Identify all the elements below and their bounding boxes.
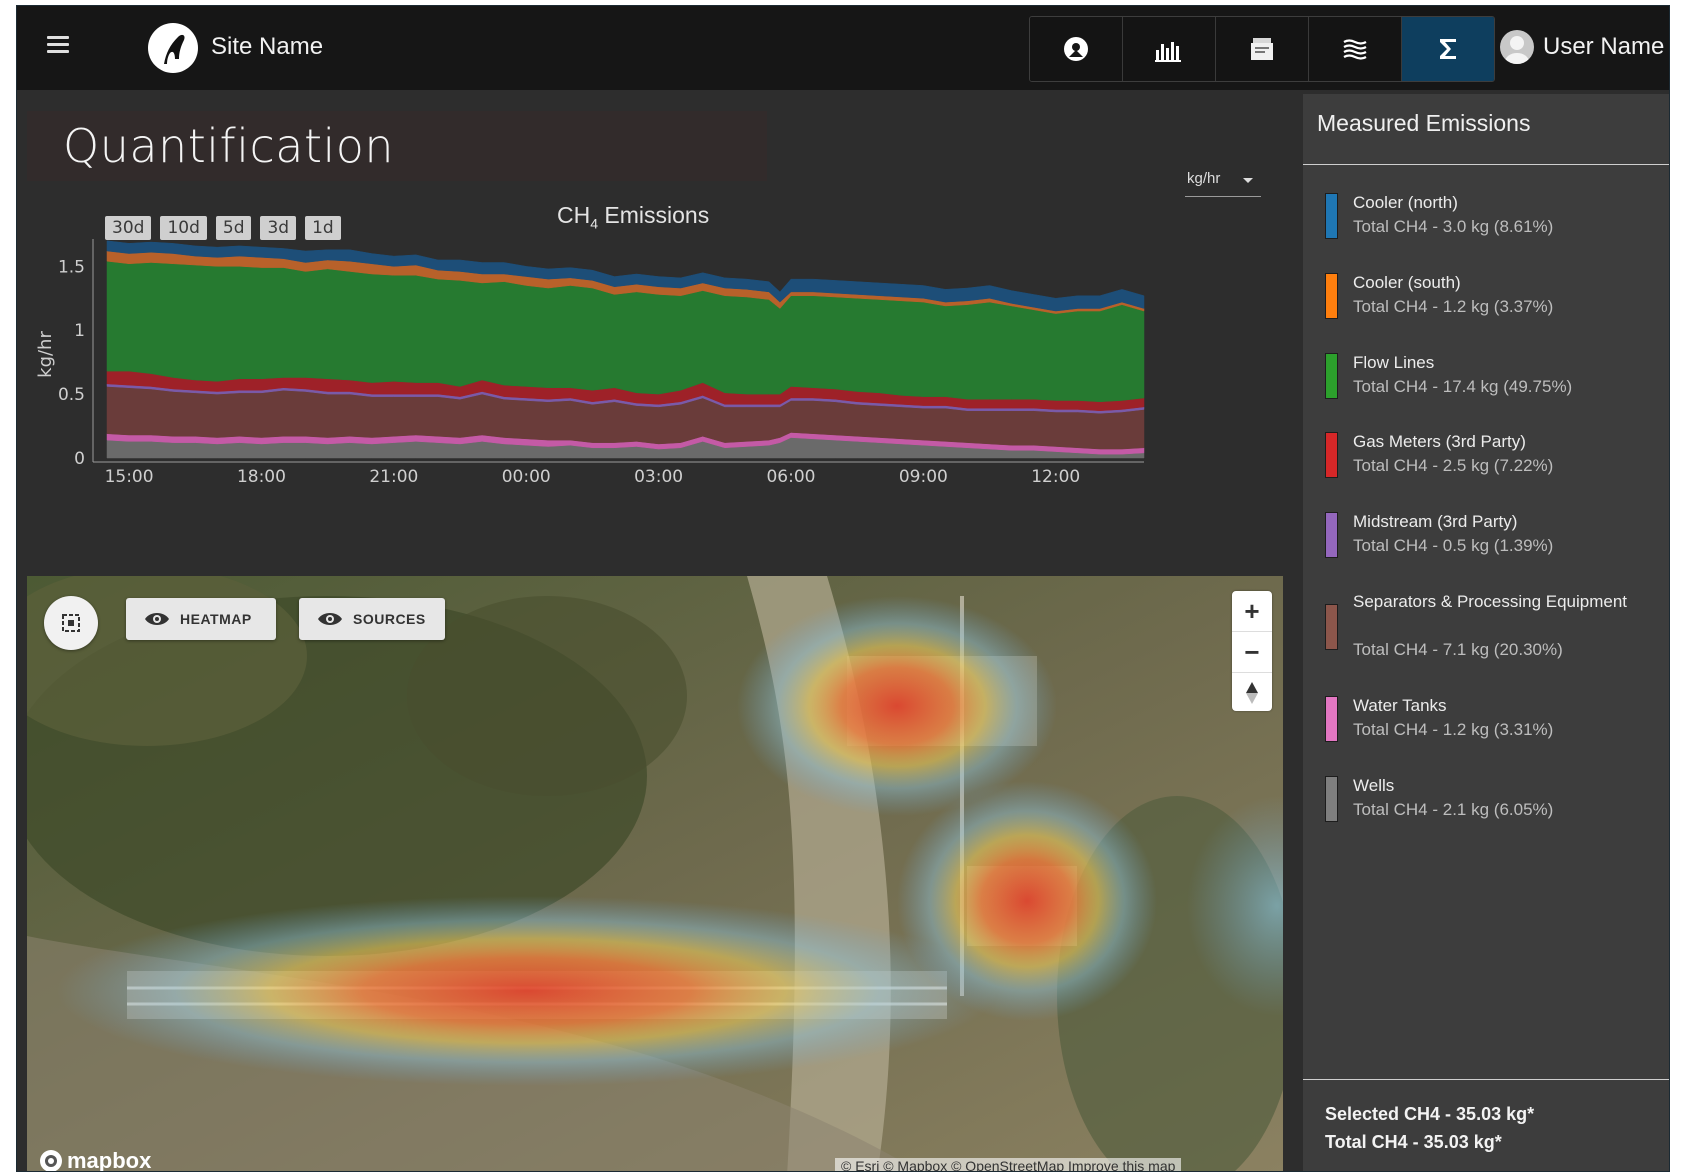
x-tick-label: 18:00 <box>237 467 286 487</box>
fit-bounds-button[interactable] <box>44 596 98 650</box>
y-tick-label: 1.5 <box>58 257 85 277</box>
panel-title: Measured Emissions <box>1317 110 1531 136</box>
legend-name: Water Tanks <box>1353 696 1447 715</box>
legend-swatch <box>1325 193 1338 239</box>
legend-swatch <box>1325 776 1338 822</box>
legend-swatch <box>1325 353 1338 399</box>
user-name[interactable]: User Name <box>1543 33 1664 61</box>
legend-total: Total CH4 - 0.5 kg (1.39%) <box>1353 536 1554 555</box>
y-tick-label: 0 <box>74 449 85 469</box>
emissions-chart[interactable]: 0 0.5 1 1.5 15:00 18:00 21:00 00:00 03:00 06:00 09… <box>17 6 1297 526</box>
legend-swatch <box>1325 604 1338 650</box>
legend-total: Total CH4 - 2.5 kg (7.22%) <box>1353 456 1554 475</box>
legend-name: Midstream (3rd Party) <box>1353 512 1518 531</box>
legend-total: Total CH4 - 17.4 kg (49.75%) <box>1353 377 1573 396</box>
map-imagery[interactable] <box>27 576 1283 1172</box>
zoom-out-button[interactable]: − <box>1232 632 1272 673</box>
zoom-in-button[interactable]: + <box>1232 591 1272 632</box>
legend-name: Wells <box>1353 776 1395 795</box>
mapbox-logo[interactable]: mapbox <box>39 1148 152 1172</box>
legend-name: Flow Lines <box>1353 353 1435 372</box>
measured-emissions-panel: Measured Emissions Cooler (north) Total … <box>1303 94 1669 1171</box>
selected-total: Selected CH4 - 35.03 kg* <box>1325 1104 1535 1124</box>
y-tick-label: 0.5 <box>58 385 85 405</box>
eye-icon <box>145 613 169 625</box>
legend-total: Total CH4 - 1.2 kg (3.31%) <box>1353 720 1554 739</box>
x-tick-label: 00:00 <box>502 467 551 487</box>
legend-swatch <box>1325 432 1338 478</box>
grand-total: Total CH4 - 35.03 kg* <box>1325 1132 1502 1152</box>
legend-name: Separators & Processing Equipment <box>1353 592 1628 611</box>
satellite-map[interactable]: HEATMAP SOURCES + − mapbox © Esri © Mapb… <box>27 576 1283 1172</box>
heatmap-label: HEATMAP <box>180 611 252 627</box>
legend-name: Cooler (north) <box>1353 193 1458 212</box>
legend-name: Cooler (south) <box>1353 273 1461 292</box>
sources-toggle-button[interactable]: SOURCES <box>299 598 445 640</box>
mapbox-logo-text: mapbox <box>67 1148 152 1172</box>
legend-swatch <box>1325 512 1338 558</box>
zoom-control: + − <box>1232 591 1272 711</box>
fit-bounds-icon <box>62 614 80 632</box>
map-attribution[interactable]: © Esri © Mapbox © OpenStreetMap Improve … <box>835 1158 1182 1171</box>
eye-icon <box>318 613 342 625</box>
legend-total: Total CH4 - 7.1 kg (20.30%) <box>1353 640 1563 659</box>
compass-button[interactable] <box>1232 673 1272 713</box>
y-axis-label: kg/hr <box>35 331 56 378</box>
legend-swatch <box>1325 273 1338 319</box>
x-tick-label: 12:00 <box>1031 467 1080 487</box>
user-menu[interactable]: User Name <box>1500 30 1664 64</box>
legend-total: Total CH4 - 3.0 kg (8.61%) <box>1353 217 1554 236</box>
legend-total: Total CH4 - 1.2 kg (3.37%) <box>1353 297 1554 316</box>
mapbox-icon <box>40 1150 62 1171</box>
x-tick-label: 06:00 <box>766 467 815 487</box>
heatmap-toggle-button[interactable]: HEATMAP <box>126 598 276 640</box>
divider <box>1303 164 1669 165</box>
x-tick-label: 09:00 <box>899 467 948 487</box>
divider <box>1303 1079 1669 1080</box>
layers-icon[interactable] <box>1309 17 1402 81</box>
x-tick-label: 15:00 <box>105 467 154 487</box>
x-tick-label: 21:00 <box>369 467 418 487</box>
compass-icon <box>1246 682 1258 704</box>
legend-swatch <box>1325 696 1338 742</box>
legend-name: Gas Meters (3rd Party) <box>1353 432 1526 451</box>
sigma-icon[interactable] <box>1402 17 1494 81</box>
avatar[interactable] <box>1500 30 1534 64</box>
sources-label: SOURCES <box>353 611 426 627</box>
x-tick-label: 03:00 <box>634 467 683 487</box>
y-tick-label: 1 <box>74 321 85 341</box>
app-window: Site Name User Name Quantification kg/hr… <box>16 5 1670 1172</box>
legend-total: Total CH4 - 2.1 kg (6.05%) <box>1353 800 1554 819</box>
